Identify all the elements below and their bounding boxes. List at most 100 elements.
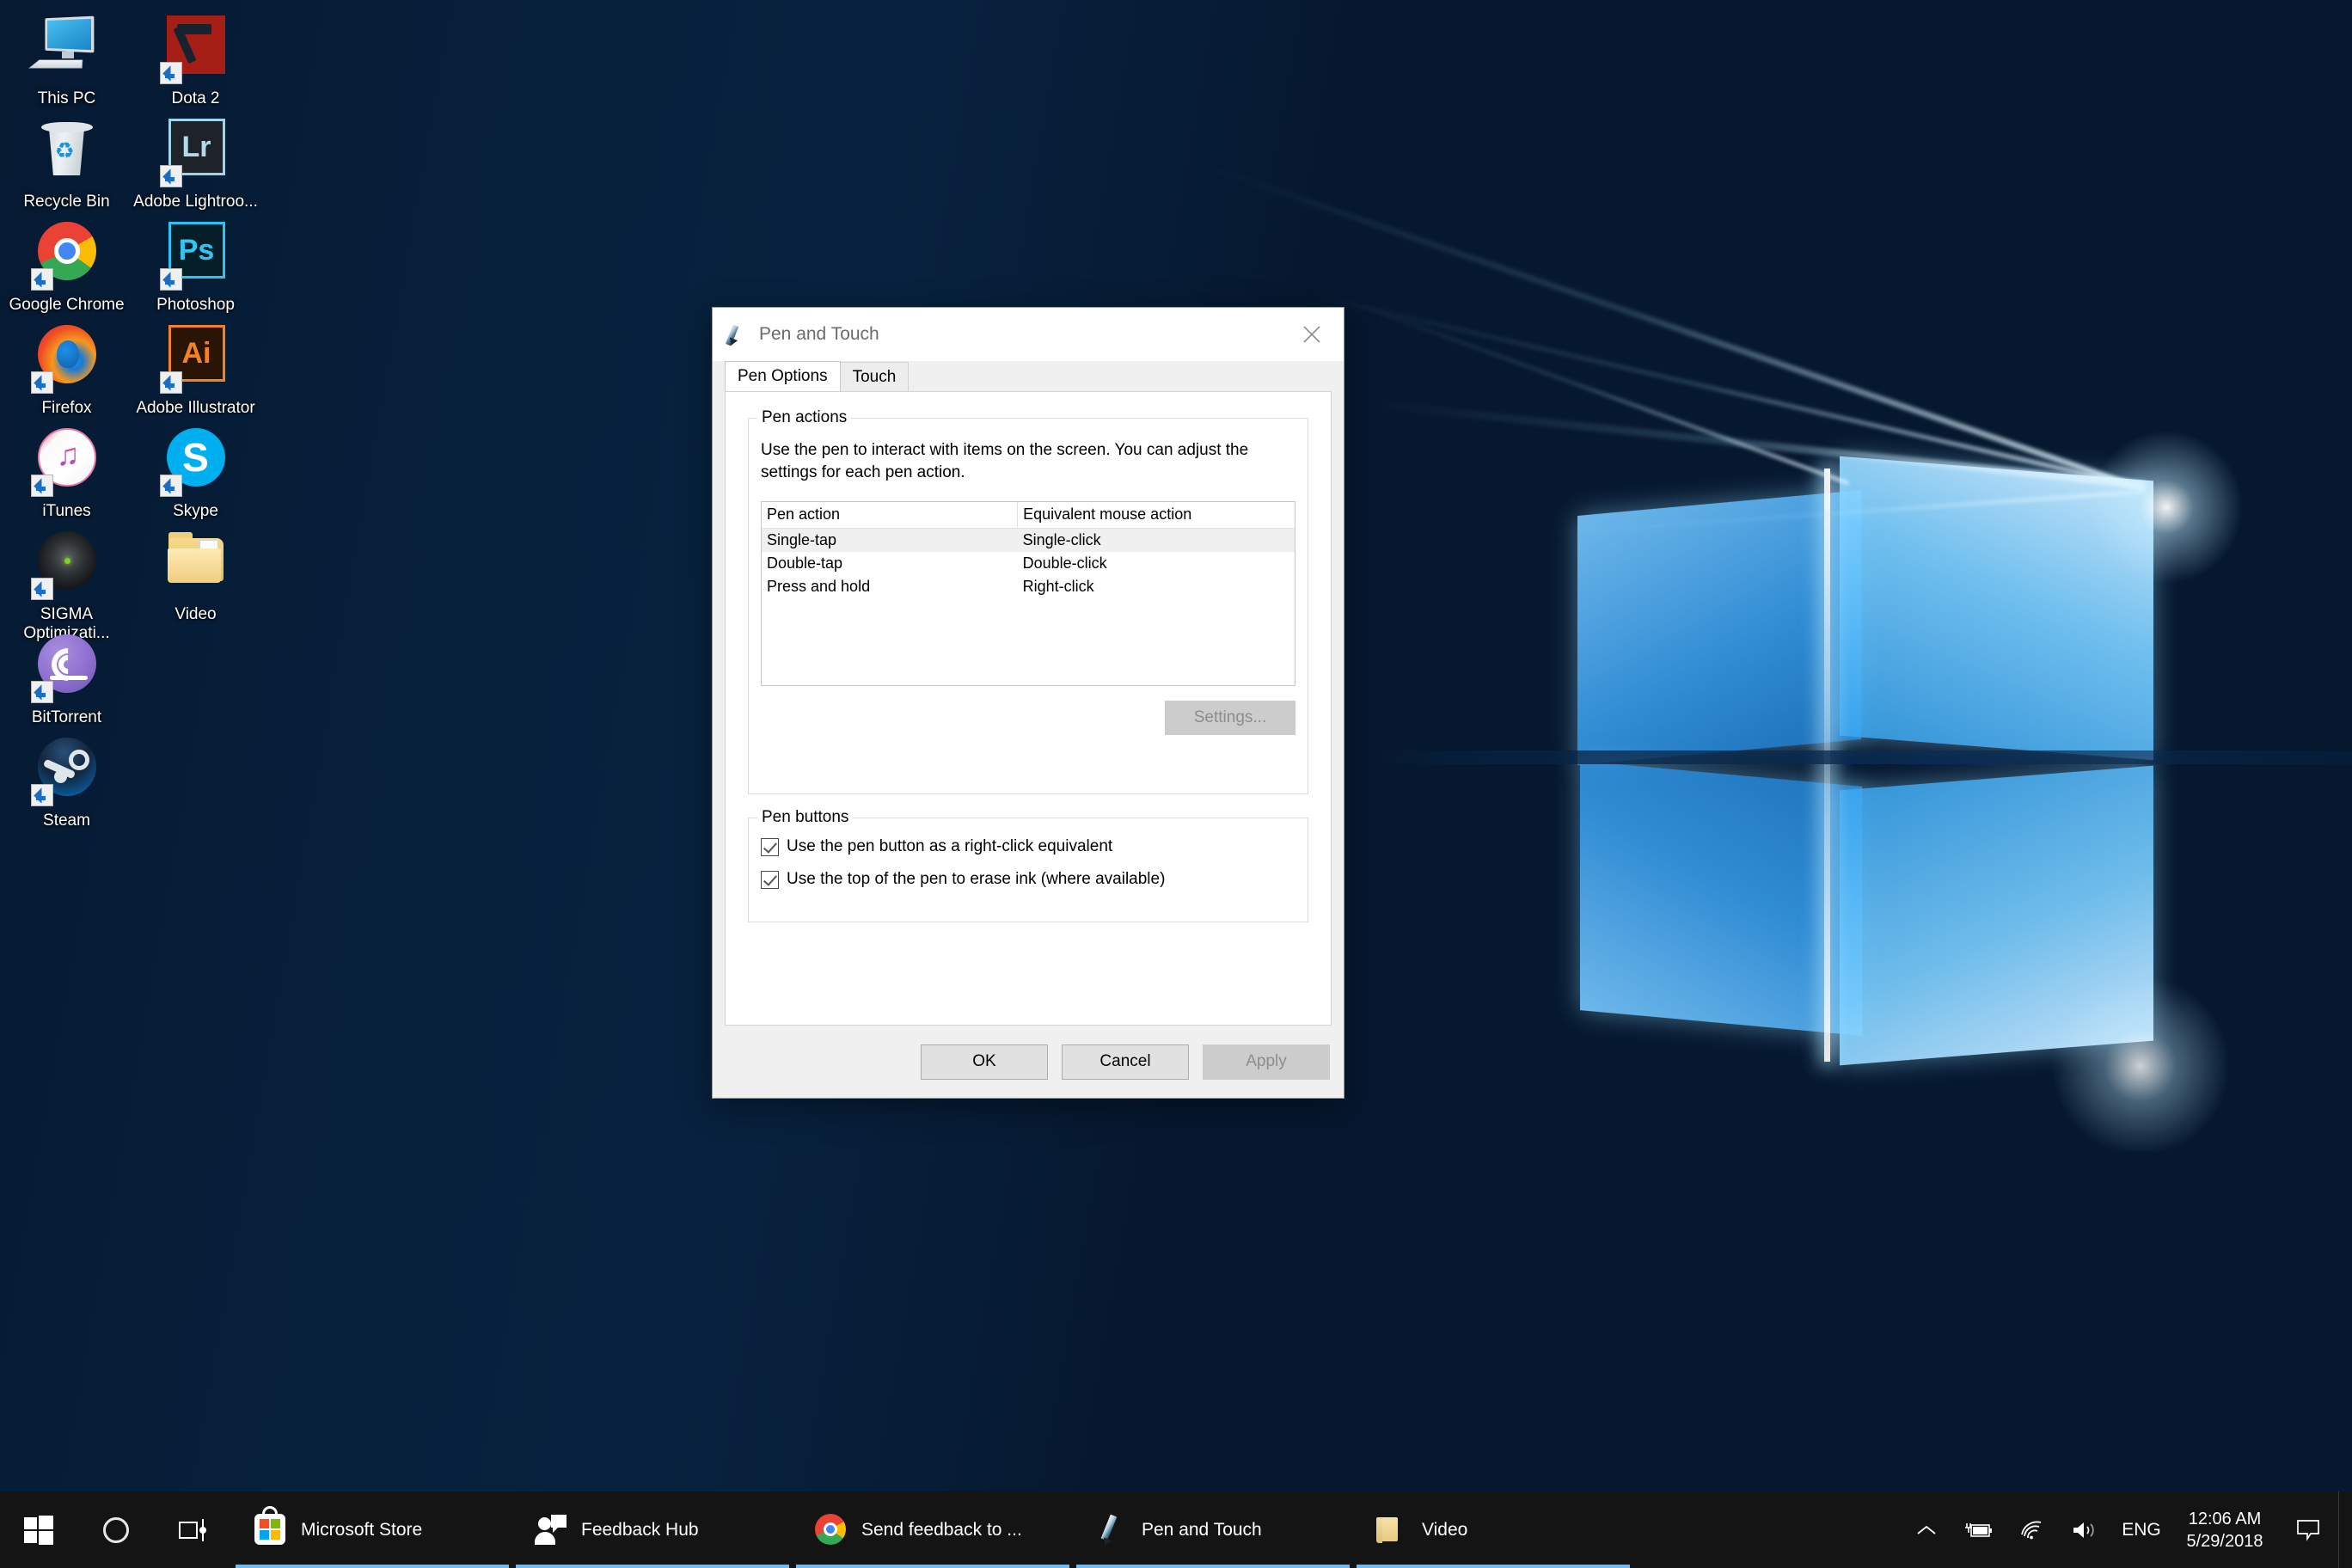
pen-and-touch-dialog[interactable]: Pen and Touch Pen Options Touch Pen acti…: [712, 307, 1344, 1099]
tab-touch[interactable]: Touch: [839, 362, 910, 391]
desktop-icon-label: iTunes: [42, 502, 91, 520]
cancel-button[interactable]: Cancel: [1062, 1044, 1189, 1080]
desktop-icon-recycle-bin[interactable]: ♻ Recycle Bin: [0, 115, 133, 211]
adobe-photoshop-icon: Ps: [159, 218, 232, 291]
checkbox-row-pen-button-right-click[interactable]: Use the pen button as a right-click equi…: [761, 837, 1112, 856]
wifi-icon[interactable]: [2005, 1491, 2058, 1568]
wallpaper-mullion-horizontal: [1375, 750, 2352, 764]
folder-icon: [1375, 1514, 1408, 1547]
windows-start-icon: [24, 1515, 53, 1545]
table-row[interactable]: Press and hold Right-click: [762, 575, 1295, 598]
itunes-icon: [30, 425, 103, 497]
shortcut-overlay-icon: [30, 268, 53, 291]
shortcut-overlay-icon: [159, 62, 182, 84]
desktop-icon-bittorrent[interactable]: BitTorrent: [0, 631, 133, 727]
cell-mouse-action: Right-click: [1022, 578, 1094, 595]
pen-actions-table[interactable]: Pen action Equivalent mouse action Singl…: [761, 501, 1295, 686]
pen-icon: [725, 323, 749, 347]
desktop-icon-adobe-lightroom[interactable]: Lr Adobe Lightroo...: [129, 115, 262, 211]
task-view-button[interactable]: [155, 1491, 232, 1568]
checkbox-row-pen-top-erase[interactable]: Use the top of the pen to erase ink (whe…: [761, 870, 1165, 889]
checkbox-label: Use the top of the pen to erase ink (whe…: [787, 870, 1166, 888]
cell-mouse-action: Double-click: [1022, 554, 1107, 572]
ok-button[interactable]: OK: [921, 1044, 1048, 1080]
desktop-icon-label: Photoshop: [156, 296, 235, 314]
start-button[interactable]: [0, 1491, 77, 1568]
taskbar-item-label: Pen and Touch: [1142, 1519, 1262, 1540]
pen-buttons-group: Pen buttons Use the pen button as a righ…: [748, 808, 1308, 922]
desktop-icon-label: This PC: [37, 89, 96, 107]
action-center-icon[interactable]: [2278, 1491, 2338, 1568]
close-icon[interactable]: [1280, 308, 1344, 361]
desktop-icon-this-pc[interactable]: This PC: [0, 12, 133, 108]
desktop-icon-adobe-illustrator[interactable]: Ai Adobe Illustrator ...: [129, 322, 262, 437]
cell-pen-action: Single-tap: [762, 528, 1018, 552]
apply-button-label: Apply: [1246, 1052, 1287, 1070]
taskbar-spacer: [1633, 1491, 1902, 1568]
wallpaper-mullion-vertical: [1824, 469, 1830, 1062]
wallpaper-glow: [2046, 980, 2235, 1152]
table-row[interactable]: Single-tap Single-click: [762, 528, 1295, 552]
taskbar-item-video[interactable]: Video: [1353, 1491, 1633, 1568]
dialog-button-bar: OK Cancel Apply: [713, 1026, 1344, 1098]
taskbar-active-indicator: [796, 1565, 1069, 1568]
desktop-icon-google-chrome[interactable]: Google Chrome: [0, 218, 133, 315]
taskbar-item-label: Feedback Hub: [581, 1519, 699, 1540]
show-hidden-icons-chevron-icon[interactable]: [1902, 1491, 1951, 1568]
desktop-icon-sigma-optimization[interactable]: SIGMA Optimizati...: [0, 528, 133, 643]
dota-2-icon: [159, 12, 232, 84]
tab-pen-options[interactable]: Pen Options: [725, 361, 841, 391]
desktop-icon-steam[interactable]: Steam: [0, 734, 133, 830]
checkbox-icon[interactable]: [761, 870, 779, 889]
microsoft-store-icon: [254, 1505, 287, 1547]
checkbox-icon[interactable]: [761, 837, 779, 856]
desktop-icon-label: Adobe Lightroo...: [133, 193, 258, 211]
column-header-pen-action: Pen action: [762, 502, 1019, 529]
desktop-icon-label: BitTorrent: [31, 708, 102, 726]
taskbar-item-label: Video: [1422, 1519, 1468, 1540]
cortana-search-button[interactable]: [77, 1491, 155, 1568]
desktop-icon-itunes[interactable]: iTunes: [0, 425, 133, 521]
taskbar-active-indicator: [236, 1565, 509, 1568]
clock-time: 12:06 AM: [2188, 1509, 2262, 1528]
clock-date: 5/29/2018: [2186, 1531, 2263, 1551]
volume-icon[interactable]: [2058, 1491, 2111, 1568]
settings-button-label: Settings...: [1193, 708, 1267, 726]
recycle-bin-icon: ♻: [31, 115, 103, 187]
shortcut-overlay-icon: [30, 681, 53, 703]
google-chrome-icon: [815, 1513, 848, 1547]
taskbar-item-microsoft-store[interactable]: Microsoft Store: [232, 1491, 512, 1568]
apply-button[interactable]: Apply: [1203, 1044, 1330, 1080]
system-tray: ENG 12:06 AM 5/29/2018: [1902, 1491, 2352, 1568]
desktop-icon-dota-2[interactable]: Dota 2: [129, 12, 262, 108]
skype-icon: S: [159, 425, 232, 497]
tab-panel-pen-options: Pen actions Use the pen to interact with…: [725, 391, 1332, 1026]
wallpaper-glow: [2089, 430, 2244, 585]
clock[interactable]: 12:06 AM 5/29/2018: [2171, 1491, 2278, 1568]
desktop-icon-label: Recycle Bin: [23, 193, 110, 211]
sigma-optimization-icon: [30, 528, 103, 600]
dialog-tabstrip[interactable]: Pen Options Touch: [725, 361, 1344, 391]
language-indicator[interactable]: ENG: [2111, 1491, 2171, 1568]
battery-charging-icon[interactable]: [1951, 1491, 2005, 1568]
desktop-icon-skype[interactable]: S Skype: [129, 425, 262, 521]
pen-icon: [1095, 1514, 1128, 1547]
settings-button[interactable]: Settings...: [1165, 701, 1295, 735]
wallpaper-pane-bottom-left: [1580, 761, 1862, 1036]
taskbar-item-feedback-hub[interactable]: Feedback Hub: [512, 1491, 793, 1568]
desktop-icon-video[interactable]: Video: [129, 528, 262, 624]
desktop[interactable]: This PC Dota 2 ♻ Recycle Bin Lr Adobe Li…: [0, 0, 2352, 1568]
taskbar-item-send-feedback-chrome[interactable]: Send feedback to ...: [793, 1491, 1073, 1568]
shortcut-overlay-icon: [159, 165, 182, 187]
taskbar-item-pen-and-touch[interactable]: Pen and Touch: [1073, 1491, 1353, 1568]
pen-actions-description: Use the pen to interact with items on th…: [761, 441, 1249, 481]
shortcut-overlay-icon: [159, 371, 182, 394]
dialog-titlebar[interactable]: Pen and Touch: [713, 308, 1344, 361]
desktop-icon-photoshop[interactable]: Ps Photoshop: [129, 218, 262, 315]
table-row[interactable]: Double-tap Double-click: [762, 552, 1295, 575]
taskbar[interactable]: Microsoft Store Feedback Hub Send feedba…: [0, 1491, 2352, 1568]
desktop-icon-firefox[interactable]: Firefox: [0, 322, 133, 418]
show-desktop-button[interactable]: [2338, 1491, 2347, 1568]
desktop-icon-label: Video: [175, 605, 217, 623]
folder-icon: [160, 528, 232, 600]
